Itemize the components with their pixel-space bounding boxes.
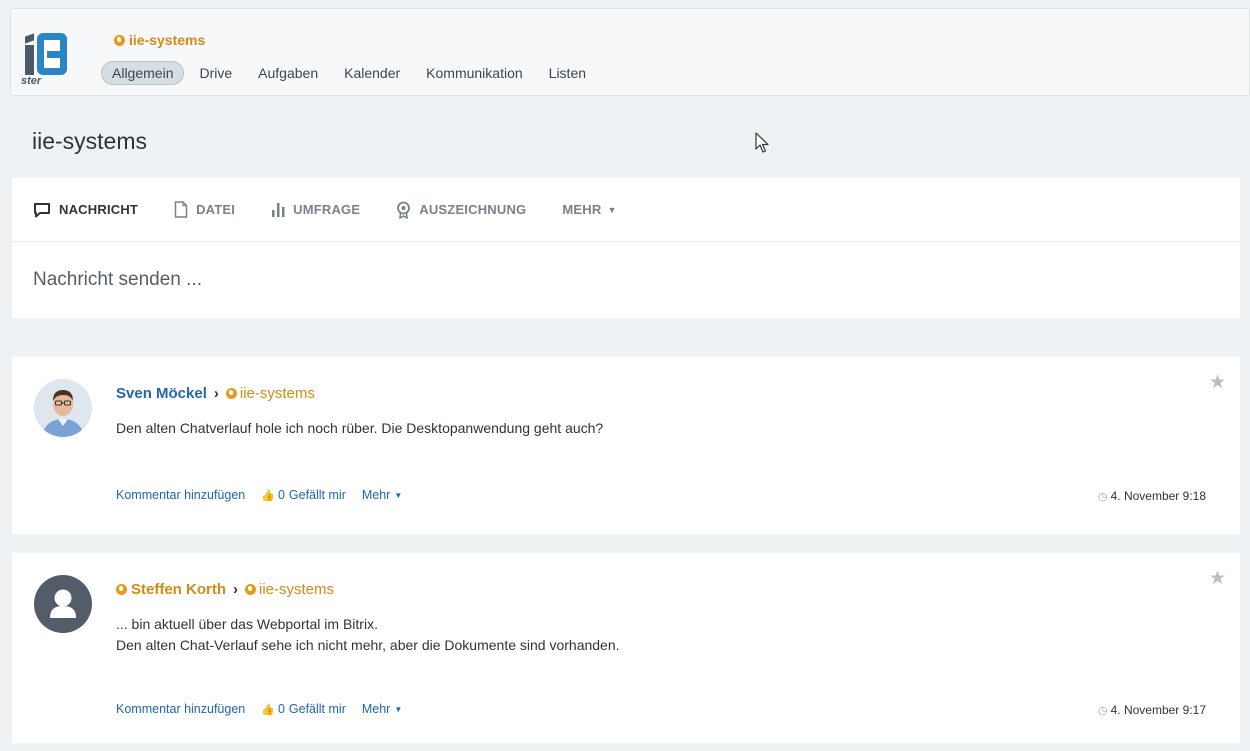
page-title: iie-systems (32, 128, 148, 154)
mouse-cursor-icon (755, 132, 769, 153)
add-comment-link[interactable]: Kommentar hinzufügen (116, 702, 245, 716)
more-menu-button[interactable]: Mehr ▼ (362, 488, 402, 502)
file-icon (174, 201, 188, 218)
tab-poll[interactable]: UMFRAGE (271, 202, 360, 217)
group-nav: Allgemein Drive Aufgaben Kalender Kommun… (101, 61, 601, 85)
recipient-label: iie-systems (239, 385, 315, 402)
tab-award[interactable]: AUSZEICHNUNG (396, 201, 526, 219)
logo-i-dot (25, 33, 34, 44)
speech-bubble-icon (34, 202, 50, 217)
post-timestamp[interactable]: ◷ 4. November 9:18 (1098, 489, 1206, 503)
timestamp-label: 4. November 9:17 (1110, 703, 1206, 717)
nav-item-allgemein[interactable]: Allgemein (101, 61, 185, 85)
thumbs-up-icon: 👍 (261, 489, 275, 502)
like-label: Gefällt mir (288, 488, 346, 502)
group-title-label: iie-systems (129, 32, 206, 48)
timestamp-label: 4. November 9:18 (1110, 489, 1206, 503)
globe-icon (114, 34, 125, 46)
logo-text: ster (21, 75, 42, 87)
chevron-right-icon: › (213, 385, 219, 402)
globe-icon (245, 584, 256, 595)
clock-icon: ◷ (1098, 490, 1108, 503)
add-comment-link[interactable]: Kommentar hinzufügen (116, 488, 245, 502)
post-composer: NACHRICHT DATEI UMFRAGE AUSZEICHNUNG MEH… (12, 178, 1240, 318)
nav-item-listen[interactable]: Listen (538, 61, 597, 85)
recipient-label: iie-systems (259, 581, 335, 598)
nav-item-drive[interactable]: Drive (188, 61, 243, 85)
tab-message-label: NACHRICHT (59, 202, 139, 217)
user-photo-icon (34, 379, 92, 437)
star-icon[interactable]: ★ (1209, 371, 1226, 394)
star-icon[interactable]: ★ (1209, 567, 1226, 590)
more-label: Mehr (361, 702, 391, 716)
feed-post: Steffen Korth › iie-systems ... bin aktu… (12, 553, 1240, 743)
poll-bars-icon (272, 203, 285, 217)
top-header: ster iie-systems Allgemein Drive Aufgabe… (10, 8, 1250, 96)
tab-award-label: AUSZEICHNUNG (419, 202, 527, 217)
logo-e-bar (47, 51, 61, 58)
like-button[interactable]: 👍 0 Gefällt mir (261, 488, 346, 502)
like-button[interactable]: 👍 0 Gefällt mir (261, 702, 346, 716)
post-body: ... bin aktuell über das Webportal im Bi… (116, 614, 620, 656)
post-header: Sven Möckel › iie-systems (116, 385, 315, 402)
tab-poll-label: UMFRAGE (293, 202, 361, 217)
author-link[interactable]: Sven Möckel (116, 385, 207, 402)
clock-icon: ◷ (1098, 704, 1108, 717)
globe-icon (225, 388, 237, 399)
user-silhouette-icon (50, 589, 76, 618)
award-icon (397, 201, 411, 219)
post-text-line: ... bin aktuell über das Webportal im Bi… (116, 616, 378, 632)
avatar[interactable] (34, 575, 92, 633)
thumbs-up-icon: 👍 (261, 703, 275, 716)
tab-file-label: DATEI (196, 202, 236, 217)
post-body: Den alten Chatverlauf hole ich noch rübe… (116, 418, 603, 439)
tab-more-label: MEHR (562, 202, 602, 217)
avatar[interactable] (34, 379, 92, 437)
post-actions: Kommentar hinzufügen 👍 0 Gefällt mir Meh… (116, 702, 418, 716)
nav-item-kalender[interactable]: Kalender (333, 61, 411, 85)
more-menu-button[interactable]: Mehr ▼ (362, 702, 402, 716)
globe-icon (116, 584, 127, 595)
tab-message[interactable]: NACHRICHT (33, 202, 138, 218)
recipient-link[interactable]: iie-systems (245, 581, 334, 598)
chevron-down-icon: ▼ (394, 490, 403, 500)
chevron-down-icon: ▼ (607, 204, 617, 215)
post-text-line: Den alten Chatverlauf hole ich noch rübe… (116, 420, 604, 436)
chevron-down-icon: ▼ (394, 704, 403, 714)
post-actions: Kommentar hinzufügen 👍 0 Gefällt mir Meh… (116, 488, 418, 502)
feed-post: Sven Möckel › iie-systems Den alten Chat… (12, 357, 1240, 534)
post-header: Steffen Korth › iie-systems (116, 581, 334, 598)
composer-tabs: NACHRICHT DATEI UMFRAGE AUSZEICHNUNG MEH… (12, 178, 1240, 242)
group-title-link[interactable]: iie-systems (114, 32, 205, 48)
more-label: Mehr (361, 488, 391, 502)
tab-file[interactable]: DATEI (174, 201, 235, 218)
recipient-link[interactable]: iie-systems (225, 385, 315, 402)
nav-item-aufgaben[interactable]: Aufgaben (247, 61, 329, 85)
author-link[interactable]: Steffen Korth (116, 581, 226, 598)
company-logo[interactable]: ster (21, 23, 91, 89)
logo-i-bar (25, 45, 34, 75)
like-label: Gefällt mir (288, 702, 346, 716)
author-label: Steffen Korth (131, 581, 226, 598)
nav-item-kommunikation[interactable]: Kommunikation (415, 61, 534, 85)
like-count: 0 (277, 702, 285, 716)
post-timestamp[interactable]: ◷ 4. November 9:17 (1098, 703, 1206, 717)
post-text-line: Den alten Chat-Verlauf sehe ich nicht me… (116, 637, 620, 653)
tab-more[interactable]: MEHR ▼ (562, 202, 616, 217)
message-input[interactable]: Nachricht senden ... (12, 242, 1240, 318)
chevron-right-icon: › (233, 581, 238, 598)
like-count: 0 (277, 488, 285, 502)
